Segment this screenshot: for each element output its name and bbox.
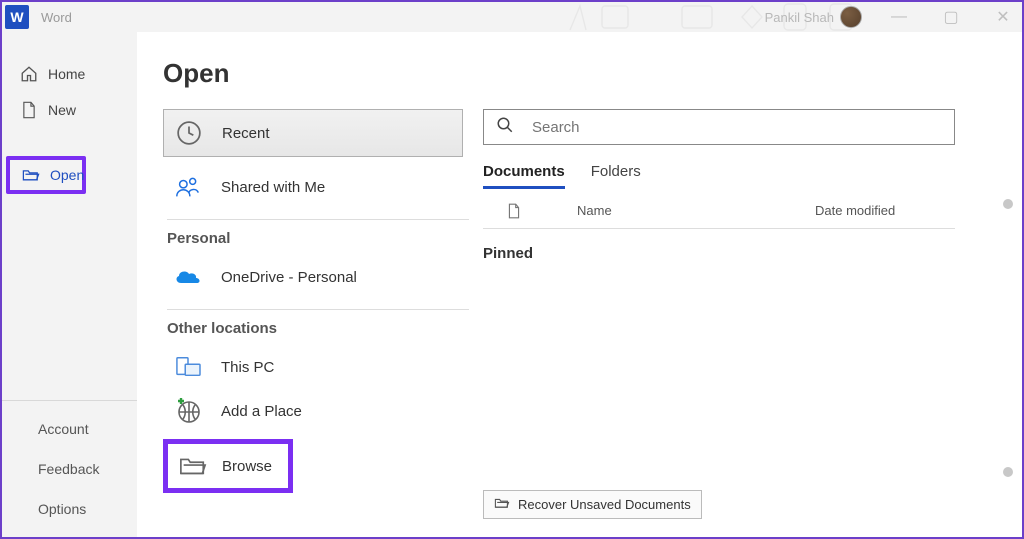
page-title: Open [163,58,1022,89]
app-title: Word [41,10,72,25]
nav-home[interactable]: Home [2,56,137,92]
minimize-button[interactable]: — [884,8,914,26]
location-onedrive-label: OneDrive - Personal [221,269,357,286]
tab-folders[interactable]: Folders [591,163,641,189]
people-icon [173,172,203,202]
pinned-header: Pinned [483,245,992,262]
location-addplace-label: Add a Place [221,403,302,420]
nav-new[interactable]: New [2,92,137,128]
highlight-open: Open [6,156,86,194]
location-addplace[interactable]: Add a Place [163,389,473,433]
close-button[interactable]: ✕ [988,7,1018,27]
doc-icon [507,203,521,222]
location-browse-label: Browse [222,458,272,475]
nav-feedback[interactable]: Feedback [2,449,137,489]
location-thispc-label: This PC [221,359,274,376]
nav-open[interactable]: Open [10,160,82,190]
personal-header: Personal [167,230,473,247]
recover-unsaved-button[interactable]: Recover Unsaved Documents [483,490,702,519]
folder-open-icon [22,166,40,184]
clock-icon [174,118,204,148]
titlebar: W Word Pankil Shah — ▢ ✕ [2,2,1022,32]
main-panel: Open Recent Shared with Me Personal [137,32,1022,537]
search-icon [496,116,514,139]
location-recent[interactable]: Recent [163,109,463,157]
location-shared[interactable]: Shared with Me [163,165,473,209]
maximize-button[interactable]: ▢ [936,7,966,27]
nav-options[interactable]: Options [2,489,137,529]
folder-open-icon [494,497,510,512]
app-logo-icon: W [5,5,29,29]
search-input[interactable] [530,118,942,137]
tabs: Documents Folders [483,163,992,189]
location-onedrive[interactable]: OneDrive - Personal [163,255,473,299]
user-account[interactable]: Pankil Shah [765,6,862,28]
avatar [840,6,862,28]
location-recent-label: Recent [222,125,270,142]
nav-open-label: Open [50,167,84,183]
location-thispc[interactable]: This PC [163,345,473,389]
col-date[interactable]: Date modified [815,203,955,222]
new-doc-icon [20,101,38,119]
recover-label: Recover Unsaved Documents [518,497,691,512]
pc-icon [173,352,203,382]
left-nav: Home New Open [2,32,137,537]
location-shared-label: Shared with Me [221,179,325,196]
location-browse[interactable]: Browse [170,446,286,486]
home-icon [20,65,38,83]
nav-new-label: New [48,102,76,118]
folder-open-icon [178,451,208,481]
user-name: Pankil Shah [765,10,834,25]
right-pane: Documents Folders Name Date modified Pin… [483,109,1022,537]
onedrive-icon [173,262,203,292]
highlight-browse: Browse [163,439,293,493]
col-name[interactable]: Name [577,203,815,222]
tab-documents[interactable]: Documents [483,163,565,189]
locations-list: Recent Shared with Me Personal OneDrive … [163,109,483,537]
search-box[interactable] [483,109,955,145]
nav-home-label: Home [48,66,85,82]
globe-plus-icon [173,396,203,426]
list-header: Name Date modified [483,203,955,229]
other-header: Other locations [167,320,473,337]
nav-account[interactable]: Account [2,409,137,449]
scrollbar[interactable] [1002,199,1016,477]
